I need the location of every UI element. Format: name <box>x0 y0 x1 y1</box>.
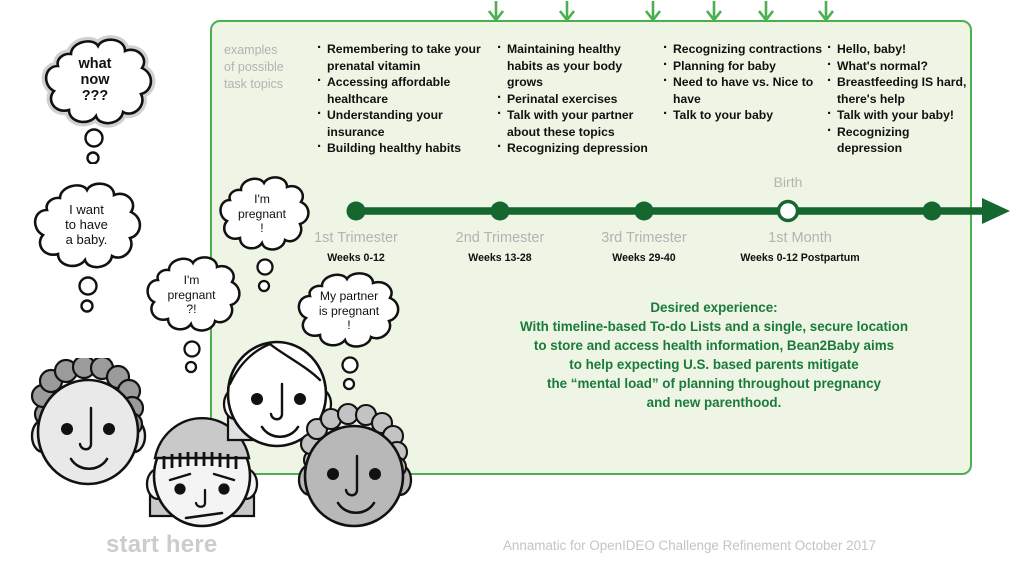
thought-dot-small <box>80 299 94 313</box>
topics-caption-line: examples <box>224 43 278 57</box>
timeline-node-birth <box>776 199 800 223</box>
bubble-line: I want <box>69 202 104 217</box>
timeline-label-3rd-trimester: 3rd Trimester <box>601 230 687 246</box>
thought-dot-small <box>184 360 198 374</box>
bubble-text-want-a-baby: I want to have a baby. <box>30 202 143 247</box>
task-topic-item: Hello, baby! <box>826 40 976 58</box>
task-topic-item: Breastfeeding IS hard, there's help <box>826 73 976 107</box>
timeline-weeks-1st-month: Weeks 0-12 Postpartum <box>740 252 860 264</box>
desired-experience-line: and new parenthood. <box>646 395 782 410</box>
task-topic-item: Accessing affordable healthcare <box>316 73 492 107</box>
eye-left <box>327 468 339 480</box>
thought-dot-large <box>78 276 98 296</box>
bubble-line: a baby. <box>65 232 108 247</box>
down-arrow-icon <box>705 1 723 23</box>
eye-right <box>218 483 230 495</box>
task-topic-item: Recognizing contractions <box>662 40 822 58</box>
bubble-line: ??? <box>81 88 109 104</box>
task-topic-item: Need to have vs. Nice to have <box>662 73 822 107</box>
bubble-line: now <box>80 72 110 88</box>
bubble-line: I'm <box>254 192 270 206</box>
thought-dot-large <box>84 128 104 148</box>
bubble-line: My partner <box>319 289 379 303</box>
bubble-line: to have <box>65 217 108 232</box>
down-arrow-icon <box>487 1 505 23</box>
task-topic-item: Understanding your insurance <box>316 106 492 140</box>
bubble-line: pregnant <box>237 206 287 221</box>
task-topics-column-3rd-trimester: Recognizing contractions Planning for ba… <box>662 40 822 124</box>
eye-right <box>103 423 115 435</box>
down-arrow-icon <box>644 1 662 23</box>
desired-experience-line: With timeline-based To-do Lists and a si… <box>519 319 909 334</box>
task-topic-item: Planning for baby <box>662 57 822 75</box>
down-arrow-icon <box>817 1 835 23</box>
task-topic-item: Talk to your baby <box>662 106 822 124</box>
desired-experience-line: to store and access health information, … <box>533 338 895 353</box>
bubble-line: ! <box>260 221 264 235</box>
timeline-weeks-2nd-trimester: Weeks 13-28 <box>468 252 532 264</box>
topics-caption-line: task topics <box>224 77 284 91</box>
task-topic-item: What's normal? <box>826 57 976 75</box>
eye-right <box>369 468 381 480</box>
timeline-node-2nd-trimester <box>490 201 510 221</box>
timeline-node-1st-month <box>922 201 942 221</box>
thought-dot-large <box>183 340 201 358</box>
down-arrow-icon <box>757 1 775 23</box>
credit-line: Annamatic for OpenIDEO Challenge Refinem… <box>503 538 876 553</box>
task-topics-column-1st-trimester: Remembering to take your prenatal vitami… <box>316 40 492 157</box>
task-topic-item: Talk with your partner about these topic… <box>496 106 656 140</box>
task-topic-item: Talk with your baby! <box>826 106 976 124</box>
thought-dot-small <box>257 279 271 293</box>
bubble-text-im-pregnant-excited: I'm pregnant ! <box>212 192 312 236</box>
task-topics-column-2nd-trimester: Maintaining healthy habits as your body … <box>496 40 656 157</box>
topics-caption-line: of possible <box>224 60 284 74</box>
eye-left <box>174 483 186 495</box>
task-topic-item: Maintaining healthy habits as your body … <box>496 40 656 91</box>
task-topics-column-1st-month: Hello, baby! What's normal? Breastfeedin… <box>826 40 976 157</box>
task-topic-item: Recognizing depression <box>496 139 656 157</box>
eye-left <box>251 393 263 405</box>
infographic-canvas: examples of possible task topics Remembe… <box>0 0 1024 585</box>
thought-dot-small <box>86 151 100 165</box>
timeline-node-1st-trimester <box>346 201 366 221</box>
task-topic-item: Perinatal exercises <box>496 90 656 108</box>
task-topic-item: Building healthy habits <box>316 139 492 157</box>
desired-experience-line: to help expecting U.S. based parents mit… <box>569 357 859 372</box>
bubble-line: is pregnant <box>318 303 380 318</box>
thought-bubble-want-a-baby: I want to have a baby. <box>30 182 155 332</box>
thought-dot-large <box>256 258 274 276</box>
character-face-gray-curly <box>297 402 413 528</box>
desired-experience-line: the “mental load” of planning throughout… <box>546 376 881 391</box>
desired-experience-block: Desired experience: With timeline-based … <box>462 298 966 412</box>
task-topic-item: Remembering to take your prenatal vitami… <box>316 40 492 74</box>
thought-bubble-what-now: what now ??? <box>36 34 164 165</box>
timeline-birth-label: Birth <box>773 174 803 190</box>
start-here-label: start here <box>106 531 218 558</box>
desired-experience-heading: Desired experience: <box>650 300 778 315</box>
timeline-label-2nd-trimester: 2nd Trimester <box>455 230 545 246</box>
bubble-line: ?! <box>186 302 197 316</box>
timeline-label-1st-month: 1st Month <box>768 230 832 246</box>
bubble-text-what-now: what now ??? <box>36 56 154 104</box>
down-arrow-icon <box>558 1 576 23</box>
task-topic-item: Recognizing depression <box>826 123 976 157</box>
timeline-weeks-3rd-trimester: Weeks 29-40 <box>612 252 676 264</box>
topics-caption: examples of possible task topics <box>224 42 316 93</box>
bubble-line: what <box>78 56 112 72</box>
eye-left <box>61 423 73 435</box>
timeline-node-3rd-trimester <box>634 201 654 221</box>
pregnancy-timeline: Birth 1st Trimester Weeks 0-12 2nd Trime… <box>210 170 1024 280</box>
